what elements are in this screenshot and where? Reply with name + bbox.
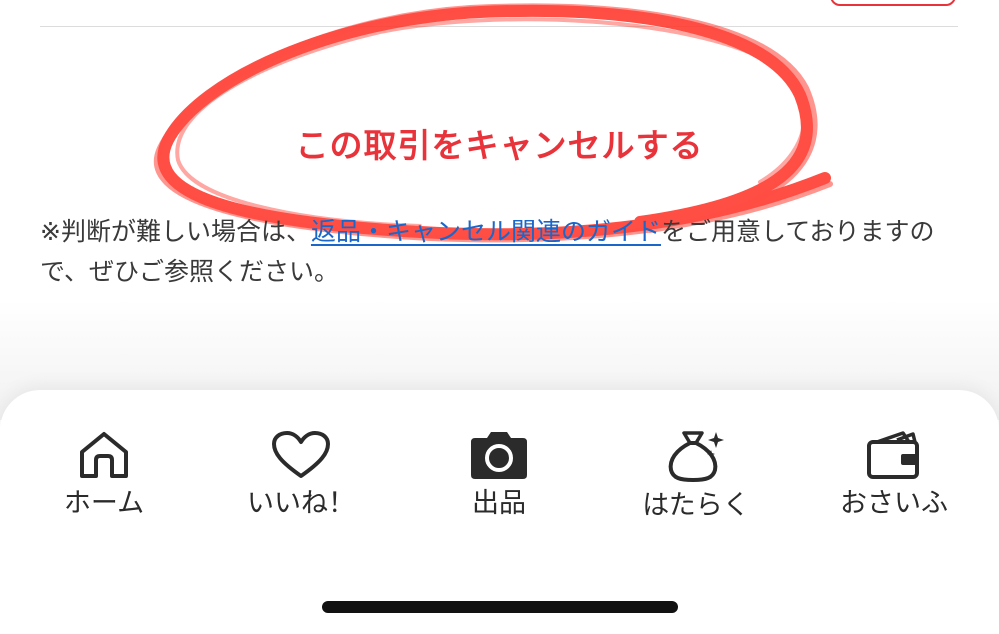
tab-home[interactable]: ホーム [4,430,204,540]
tab-wallet[interactable]: おさいふ [794,430,994,540]
tab-sell[interactable]: 出品 [399,430,599,540]
tab-wallet-label: おさいふ [840,488,948,519]
tab-home-label: ホーム [63,488,145,519]
divider [40,26,958,27]
camera-icon [471,432,527,479]
cancel-transaction-link[interactable]: この取引をキャンセルする [0,124,999,168]
home-indicator[interactable] [322,601,678,613]
return-cancel-guide-link[interactable]: 返品・キャンセル関連のガイド [311,217,661,246]
tab-work-label: はたらく [642,490,750,521]
home-icon [80,432,128,478]
top-action-button[interactable] [830,0,956,6]
notice-prefix: ※判断が難しい場合は、 [40,217,311,246]
bottom-tab-bar: ホーム いいね！ 出品 はたらく おさいふ [0,390,999,634]
guide-notice: ※判断が難しい場合は、返品・キャンセル関連のガイドをご用意しておりますので、ぜひ… [40,212,960,292]
money-bag-icon [668,431,724,482]
tab-sell-label: 出品 [472,488,526,519]
wallet-icon [867,431,919,479]
heart-icon [272,431,330,478]
tab-work[interactable]: はたらく [596,430,796,540]
tab-likes[interactable]: いいね！ [201,430,401,540]
tab-likes-label: いいね！ [247,488,355,519]
